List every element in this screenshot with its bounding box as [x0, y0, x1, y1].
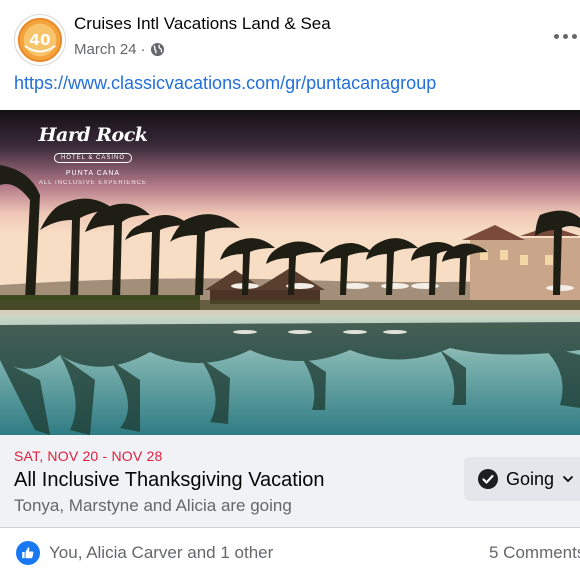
more-dot [572, 33, 577, 39]
post-meta: March 24 · [74, 41, 165, 58]
reactions-bar: You, Alicia Carver and 1 other 5 Comment… [0, 528, 580, 580]
logo-brand: Hard Rock [38, 124, 148, 146]
page-avatar[interactable]: 40 [14, 14, 66, 66]
logo-location: PUNTA CANA [65, 170, 121, 177]
event-title[interactable]: All Inclusive Thanksgiving Vacation [14, 469, 325, 492]
post-header: 40 Cruises Intl Vacations Land & Sea Mar… [0, 0, 580, 70]
post-date[interactable]: March 24 [74, 41, 137, 58]
avatar-text: 40 [29, 31, 50, 49]
going-label: Going [506, 468, 555, 489]
meta-separator: · [140, 41, 146, 58]
more-dot [563, 33, 568, 39]
reaction-summary[interactable]: You, Alicia Carver and 1 other [49, 543, 273, 563]
event-attendees: Tonya, Marstyne and Alicia are going [14, 496, 292, 515]
going-button[interactable]: Going [464, 457, 580, 501]
more-dot [554, 33, 559, 39]
globe-icon [150, 42, 165, 57]
more-options-icon[interactable] [554, 28, 580, 44]
page-name[interactable]: Cruises Intl Vacations Land & Sea [74, 14, 331, 34]
event-card[interactable]: SAT, NOV 20 - NOV 28 All Inclusive Thank… [0, 435, 580, 527]
logo-tagline: ALL INCLUSIVE EXPERIENCE [38, 180, 148, 186]
anniversary-logo-icon: 40 [17, 17, 63, 63]
post-link[interactable]: https://www.classicvacations.com/gr/punt… [14, 73, 436, 94]
chevron-down-icon [563, 476, 573, 483]
check-circle-icon [478, 469, 498, 489]
logo-sub: HOTEL & CASINO [53, 153, 133, 163]
hard-rock-logo: Hard Rock HOTEL & CASINO PUNTA CANA ALL … [28, 124, 158, 186]
event-photo[interactable]: Hard Rock HOTEL & CASINO PUNTA CANA ALL … [0, 110, 580, 435]
event-date: SAT, NOV 20 - NOV 28 [14, 448, 163, 464]
comments-count[interactable]: 5 Comments [489, 543, 580, 563]
like-icon[interactable] [16, 541, 40, 565]
